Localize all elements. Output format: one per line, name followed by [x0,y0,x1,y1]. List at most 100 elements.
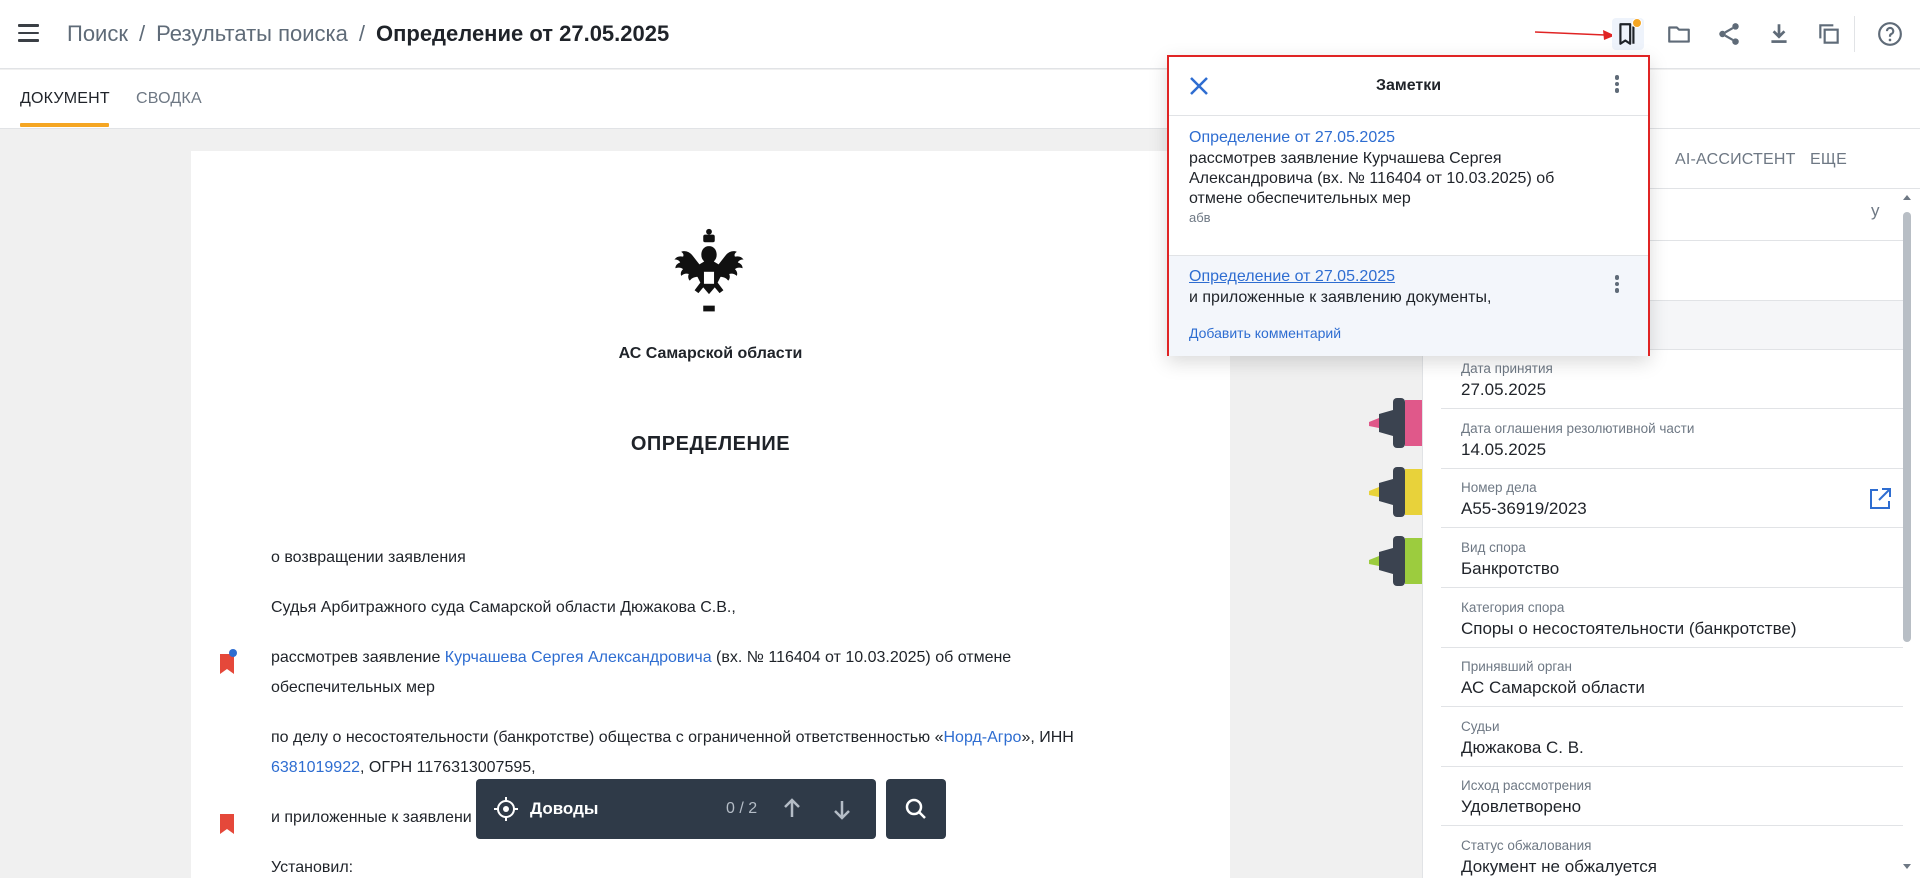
folder-button[interactable] [1663,18,1695,50]
paragraph-established: Установил: [271,859,354,876]
search-in-document-button[interactable] [886,779,946,839]
paragraph-return: о возвращении заявления [271,549,466,566]
attribute-label: Дата принятия [1461,361,1553,376]
attribute-row-appeal-status: Статус обжалования Документ не обжалуетс… [1441,826,1903,878]
attribute-row-outcome: Исход рассмотрения Удовлетворено [1441,767,1903,826]
help-icon [1878,22,1902,46]
notes-header: Заметки [1169,57,1648,116]
attribute-value: Удовлетворено [1461,797,1582,816]
crosshair-icon [494,797,518,821]
paragraph-considered: рассмотрев заявление Курчашева Сергея Ал… [271,643,1091,703]
document-title: ОПРЕДЕЛЕНИЕ [630,433,791,455]
arrow-down-icon[interactable] [828,795,856,823]
notes-more-options-icon[interactable] [1605,73,1629,97]
notes-indicator-dot [1632,18,1642,28]
breadcrumb-separator: / [358,21,365,46]
attribute-partial-text: у [1871,201,1880,220]
breadcrumb-search[interactable]: Поиск [67,21,128,47]
attribute-label: Номер дела [1461,480,1537,495]
attribute-value: Банкротство [1461,559,1560,578]
share-icon [1719,23,1739,45]
search-icon [905,798,926,819]
download-button[interactable] [1763,18,1795,50]
attribute-value: Документ не обжалуется [1461,857,1657,876]
attribute-row-accept-date: Дата принятия 27.05.2025 [1441,350,1903,409]
note-author: абв [1189,210,1211,225]
hamburger-menu-icon[interactable] [18,24,42,46]
add-comment-link[interactable]: Добавить комментарий [1189,325,1341,341]
attribute-label: Дата оглашения резолютивной части [1461,421,1695,436]
attribute-value: 14.05.2025 [1461,440,1547,459]
attribute-value: АС Самарской области [1461,678,1645,697]
bookmark-icon[interactable] [218,813,236,835]
note-quote: рассмотрев заявление Курчашева Сергея Ал… [1189,150,1555,207]
attribute-label: Вид спора [1461,540,1526,555]
red-arrow-annotation [1535,30,1615,40]
attribute-row-announce-date: Дата оглашения резолютивной части 14.05.… [1441,409,1903,469]
download-icon [1771,24,1787,43]
scroll-thumb[interactable] [1903,212,1911,642]
attribute-row-case-number: Номер дела А55-36919/2023 [1441,469,1903,528]
scroll-down-arrow-icon[interactable] [1901,860,1913,872]
paragraph-text: », ИНН [1021,729,1074,746]
tab-ai-assistant[interactable]: AI-АССИСТЕНТ [1675,151,1796,169]
toolbar-divider [1854,16,1855,52]
tab-document[interactable]: ДОКУМЕНТ [20,90,110,108]
paragraph-text: рассмотрев заявление [271,649,445,666]
arguments-counter: 0 / 2 [726,800,758,817]
paragraph-text: , ОГРН 1176313007595, [359,759,536,776]
paragraph-text: обеспечительных мер [271,679,435,696]
attribute-value: 27.05.2025 [1461,380,1547,399]
notes-button[interactable] [1612,18,1644,50]
attribute-value: Споры о несостоятельности (банкротстве) [1461,619,1797,638]
tab-more[interactable]: ЕЩЕ [1810,151,1847,169]
court-name: АС Самарской области [618,345,803,362]
note-document-link[interactable]: Определение от 27.05.2025 [1189,129,1395,147]
arrow-up-icon[interactable] [778,795,806,823]
attribute-label: Категория спора [1461,600,1565,615]
breadcrumb-search-results[interactable]: Результаты поиска [156,21,348,47]
paragraph-case: по делу о несостоятельности (банкротстве… [271,723,1091,783]
attribute-label: Статус обжалования [1461,838,1592,853]
document-page: АС Самарской области ОПРЕДЕЛЕНИЕ о возвр… [191,151,1230,878]
company-link[interactable]: Норд-Агро [943,729,1021,746]
bookmark-comment-dot [229,649,237,657]
share-button[interactable] [1713,18,1745,50]
breadcrumb: Поиск / Результаты поиска / Определение … [67,21,669,47]
attribute-label: Принявший орган [1461,659,1572,674]
note-more-options-icon[interactable] [1605,273,1629,297]
notes-popup: Заметки Определение от 27.05.2025 рассмо… [1167,55,1650,356]
folder-icon [1668,26,1690,43]
help-button[interactable] [1874,18,1906,50]
paragraph-judge: Судья Арбитражного суда Самарской област… [271,599,736,616]
note-document-link[interactable]: Определение от 27.05.2025 [1189,268,1395,286]
note-item[interactable]: Определение от 27.05.2025 рассмотрев зая… [1169,117,1648,256]
tab-summary[interactable]: СВОДКА [136,90,202,108]
attribute-label: Исход рассмотрения [1461,778,1592,793]
active-tab-indicator [20,123,109,127]
scroll-up-arrow-icon[interactable] [1901,192,1913,204]
double-headed-eagle-emblem-icon [674,228,744,312]
paragraph-text: (вх. № 116404 от 10.03.2025) об отмене [711,649,1012,666]
breadcrumb-separator: / [138,21,146,46]
notes-title: Заметки [1375,77,1442,94]
person-link[interactable]: Курчашева Сергея Александровича [445,649,712,666]
note-quote: и приложенные к заявлению документы, [1189,289,1492,306]
page-title: Определение от 27.05.2025 [375,21,670,46]
attribute-value: Дюжакова С. В. [1461,738,1584,757]
attribute-row-issuing-body: Принявший орган АС Самарской области [1441,648,1903,707]
open-external-icon[interactable] [1867,486,1893,512]
attribute-row-dispute-type: Вид спора Банкротство [1441,528,1903,588]
attribute-row-dispute-category: Категория спора Споры о несостоятельност… [1441,588,1903,648]
arguments-navigator: Доводы 0 / 2 [476,779,876,839]
attribute-value: А55-36919/2023 [1461,499,1587,518]
copy-icon [1819,24,1839,44]
attribute-label: Судьи [1461,719,1500,734]
paragraph-text: по делу о несостоятельности (банкротстве… [271,729,944,746]
note-item[interactable]: Определение от 27.05.2025 и приложенные … [1169,256,1648,356]
info-panel-scrollbar[interactable] [1901,192,1913,878]
arguments-label: Доводы [530,799,599,818]
inn-link[interactable]: 6381019922 [271,759,360,776]
attribute-row-judges: Судьи Дюжакова С. В. [1441,707,1903,767]
copy-button[interactable] [1813,18,1845,50]
